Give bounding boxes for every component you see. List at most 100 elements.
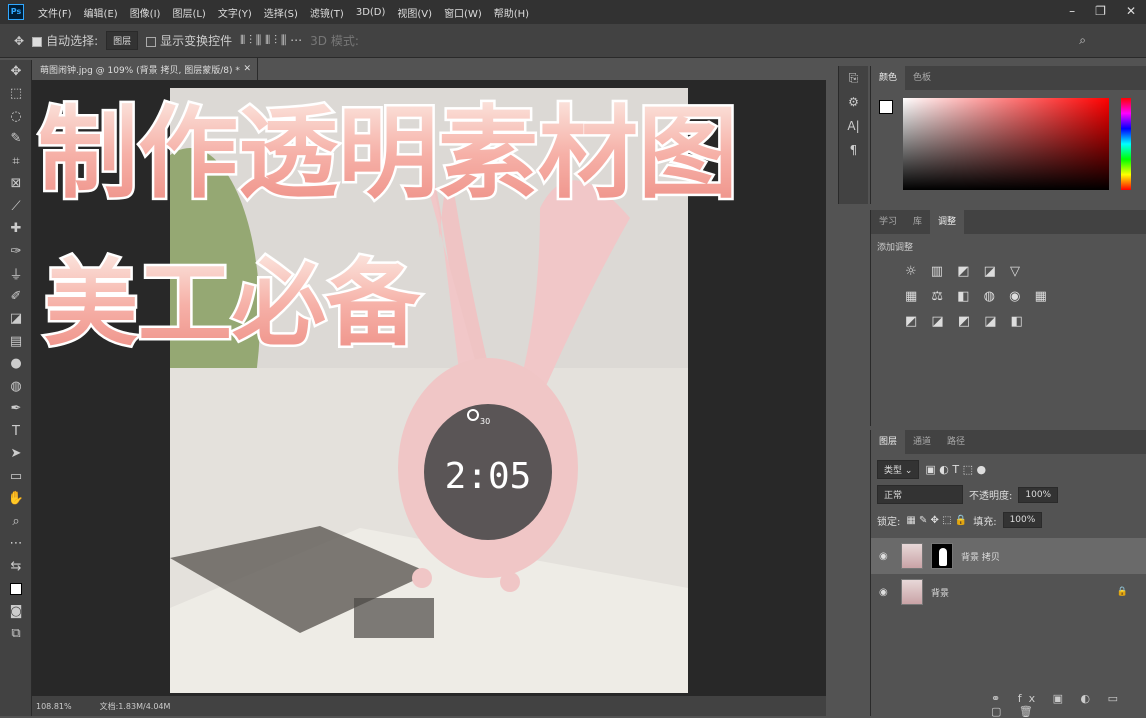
layer-thumbnail (901, 579, 923, 605)
menu-select[interactable]: 选择(S) (258, 5, 304, 20)
color-panel: 颜色 色板 (870, 66, 1146, 204)
minimize-icon[interactable]: – (1069, 4, 1075, 18)
restore-icon[interactable]: ❐ (1095, 4, 1106, 18)
color-field[interactable] (903, 98, 1109, 190)
rectangle-icon[interactable]: ▭ (0, 465, 32, 488)
screen-mode-icon[interactable]: ⧉ (0, 623, 32, 646)
menu-file[interactable]: 文件(F) (32, 5, 78, 20)
layer-name: 背景 (931, 588, 950, 599)
tab-adjust[interactable]: 调整 (930, 210, 965, 234)
quick-select-icon[interactable]: ✎ (0, 128, 32, 151)
tab-channels[interactable]: 通道 (905, 430, 939, 454)
layer-actions[interactable]: ⚭ fx ▣ ◐ ▭ ▢ 🗑 (991, 692, 1146, 718)
character-icon[interactable]: A| (839, 114, 868, 138)
auto-select-label: 自动选择: (46, 34, 99, 48)
path-select-icon[interactable]: ➤ (0, 443, 32, 466)
layer-row[interactable]: ◉ 背景 🔒 (871, 574, 1146, 610)
kind-filter-label: 类型 (884, 466, 903, 476)
side-icons: ⎘ ⚙ A| ¶ (838, 66, 868, 204)
history-brush-icon[interactable]: ✐ (0, 285, 32, 308)
quick-mask-icon[interactable]: ◙ (0, 600, 32, 623)
document-tab-title: 萌图闹钟.jpg @ 109% (背景 拷贝, 图层蒙版/8) * (40, 65, 240, 76)
menu-view[interactable]: 视图(V) (391, 5, 438, 20)
menu-window[interactable]: 窗口(W) (438, 5, 488, 20)
tab-paths[interactable]: 路径 (939, 430, 973, 454)
show-transform-checkbox[interactable]: 显示变换控件 (146, 32, 232, 49)
blur-icon[interactable]: ● (0, 353, 32, 376)
overlay-title-line2: 美工必备 (44, 250, 421, 359)
crop-icon[interactable]: ⌗ (0, 150, 32, 173)
frame-icon[interactable]: ⊠ (0, 173, 32, 196)
color-swatches-icon[interactable] (0, 578, 32, 601)
menu-filter[interactable]: 滤镜(T) (304, 5, 350, 20)
eraser-icon[interactable]: ◪ (0, 308, 32, 331)
paragraph-icon[interactable]: ¶ (839, 138, 868, 162)
dodge-icon[interactable]: ◍ (0, 375, 32, 398)
menu-type[interactable]: 文字(Y) (212, 5, 258, 20)
close-tab-icon[interactable]: ✕ (243, 64, 251, 74)
hand-icon[interactable]: ✋ (0, 488, 32, 511)
properties-icon[interactable]: ⚙ (839, 90, 868, 114)
hue-slider[interactable] (1121, 98, 1131, 190)
lock-icons[interactable]: ▦ ✎ ✥ ⬚ 🔒 (906, 515, 967, 526)
auto-select-checkbox[interactable]: 自动选择: (32, 32, 98, 49)
add-adjust-title: 添加调整 (877, 243, 914, 253)
stamp-icon[interactable]: ⏚ (0, 263, 32, 286)
healing-icon[interactable]: ✚ (0, 218, 32, 241)
filter-icons[interactable]: ▣ ◐ T ⬚ ● (925, 463, 986, 476)
overlay-title-line1: 制作透明素材图 (38, 95, 738, 212)
lock-icon: 🔒 (1116, 587, 1128, 597)
options-bar: ✥ 自动选择: 图层 显示变换控件 ⫴ ⫶ ⫼ ⫴ ⫶ ⫼ ⋯ 3D 模式: ⌕ (0, 24, 1146, 58)
history-icon[interactable]: ⎘ (839, 66, 868, 90)
layer-dropdown[interactable]: 图层 (106, 31, 139, 50)
zoom-level[interactable]: 108.81% (36, 702, 72, 711)
show-transform-label: 显示变换控件 (160, 34, 233, 48)
menu-layer[interactable]: 图层(L) (166, 5, 211, 20)
gradient-icon[interactable]: ▤ (0, 330, 32, 353)
lasso-icon[interactable]: ◌ (0, 105, 32, 128)
kind-filter[interactable]: 类型 ⌄ (877, 460, 920, 479)
fill-label: 填充: (973, 516, 997, 528)
status-bar: 108.81% 文档:1.83M/4.04M (32, 696, 826, 716)
doc-size: 文档:1.83M/4.04M (99, 701, 171, 711)
blend-mode-dropdown[interactable]: 正常 (877, 485, 963, 504)
fill-value[interactable]: 100% (1002, 512, 1043, 528)
marquee-icon[interactable]: ⬚ (0, 83, 32, 106)
pen-icon[interactable]: ✒ (0, 398, 32, 421)
eye-icon[interactable]: ◉ (879, 551, 893, 562)
type-icon[interactable]: T (0, 420, 32, 443)
tab-library[interactable]: 库 (905, 210, 930, 234)
search-icon[interactable]: ⌕ (1079, 33, 1086, 48)
eye-icon[interactable]: ◉ (879, 587, 893, 598)
move-tool-icon[interactable]: ✥ (14, 34, 24, 48)
tab-layers[interactable]: 图层 (871, 430, 906, 454)
tab-color[interactable]: 颜色 (871, 66, 906, 90)
foreground-swatch[interactable] (879, 100, 893, 114)
more-icon[interactable]: ⋯ (0, 533, 32, 556)
close-icon[interactable]: ✕ (1126, 4, 1136, 18)
brush-icon[interactable]: ✑ (0, 240, 32, 263)
lock-label: 锁定: (877, 516, 901, 528)
clock-label: 30 (480, 417, 490, 426)
menu-help[interactable]: 帮助(H) (488, 5, 535, 20)
swap-colors-icon[interactable]: ⇆ (0, 555, 32, 578)
align-icons[interactable]: ⫴ ⫶ ⫼ ⫴ ⫶ ⫼ ⋯ (240, 33, 302, 48)
menu-3d[interactable]: 3D(D) (350, 7, 392, 18)
adjustments-panel: 学习 库 调整 添加调整 ☼ ▥ ◩ ◪ ▽ ▦ ⚖ ◧ ◍ ◉ ▦ ◩ ◪ ◩ ◪… (870, 210, 1146, 426)
layer-row[interactable]: ◉ 背景 拷贝 (871, 538, 1146, 574)
menu-edit[interactable]: 编辑(E) (78, 5, 124, 20)
tab-learn[interactable]: 学习 (871, 210, 905, 234)
opacity-value[interactable]: 100% (1018, 486, 1059, 503)
tab-swatches[interactable]: 色板 (905, 66, 939, 90)
eyedropper-icon[interactable]: ⟋ (0, 195, 32, 218)
zoom-icon[interactable]: ⌕ (0, 510, 32, 533)
adjust-icons[interactable]: ☼ ▥ ◩ ◪ ▽ ▦ ⚖ ◧ ◍ ◉ ▦ ◩ ◪ ◩ ◪ ◧ (871, 259, 1146, 334)
move-icon[interactable]: ✥ (0, 60, 32, 83)
mask-thumbnail[interactable] (931, 543, 953, 569)
layers-panel: 图层 通道 路径 类型 ⌄ ▣ ◐ T ⬚ ● 正常 不透明度: 100% 锁定… (870, 430, 1146, 718)
document-tab[interactable]: 萌图闹钟.jpg @ 109% (背景 拷贝, 图层蒙版/8) * ✕ (32, 58, 258, 80)
window-controls: – ❐ ✕ (1069, 4, 1136, 18)
menu-bar: Ps 文件(F) 编辑(E) 图像(I) 图层(L) 文字(Y) 选择(S) 滤… (0, 0, 1146, 24)
clock-time: 2:05 (445, 456, 532, 497)
menu-image[interactable]: 图像(I) (124, 5, 167, 20)
